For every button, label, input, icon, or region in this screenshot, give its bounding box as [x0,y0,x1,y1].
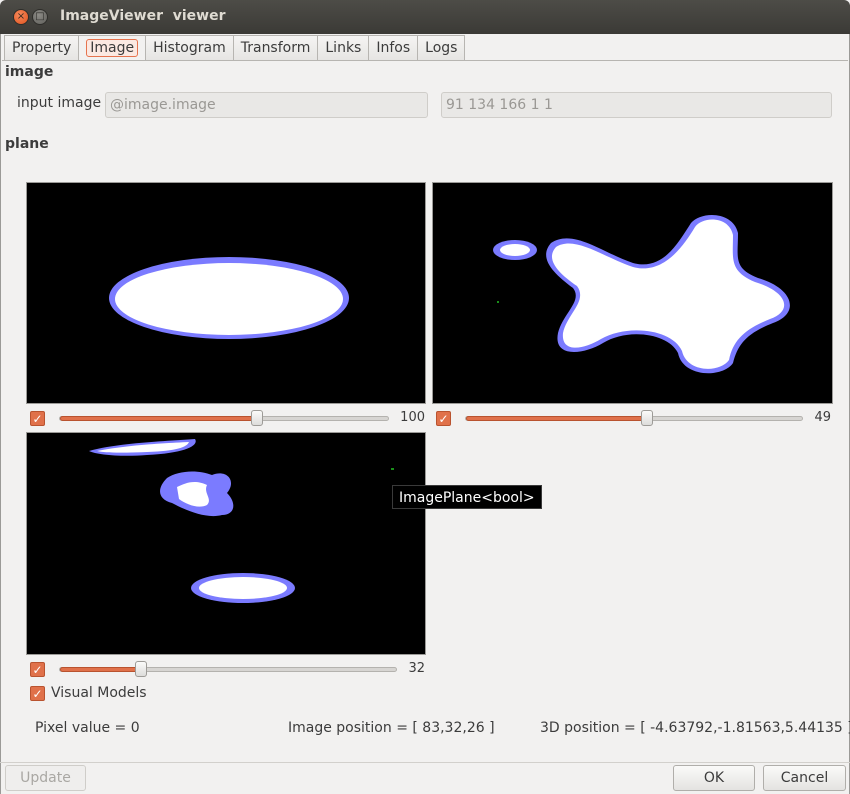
plane-view-2[interactable] [432,182,833,404]
tab-logs[interactable]: Logs [418,35,466,61]
tab-label: Logs [425,40,458,56]
tab-links[interactable]: Links [318,35,370,61]
tab-transform[interactable]: Transform [233,35,319,61]
window-title: ImageViewer viewer [60,8,226,24]
plane-1-slider-handle[interactable] [250,410,263,426]
bottom-separator [0,762,850,763]
tab-label: Property [12,40,72,56]
image-dimensions-field[interactable]: 91 134 166 1 1 [441,92,832,118]
plane-1-slider-fill [60,416,257,421]
plane-section-heading: plane [5,136,49,152]
cancel-button[interactable]: Cancel [763,765,846,791]
tooltip: ImagePlane<bool> [392,485,542,509]
tab-label: Histogram [153,40,226,56]
tab-bar: Property Image Histogram Transform Links… [4,34,466,61]
tab-histogram[interactable]: Histogram [146,35,234,61]
input-image-label: input image [17,95,102,111]
maximize-icon[interactable]: □ [32,9,48,25]
plane-view-1[interactable] [26,182,426,404]
tab-label: Image [86,39,139,57]
plane-2-slider[interactable] [465,410,803,426]
window-border-left [0,34,1,794]
visual-models-label: Visual Models [51,685,147,701]
plane-3-checkbox[interactable]: ✓ [30,662,45,677]
plane-view-3[interactable] [26,432,426,655]
plane-3-slider-handle[interactable] [134,661,147,677]
title-bar: × □ ImageViewer viewer [0,0,850,34]
plane-2-slider-fill [466,416,648,421]
tab-label: Transform [240,40,311,56]
tab-label: Links [325,40,362,56]
update-button[interactable]: Update [5,765,86,791]
input-image-field[interactable]: @image.image [105,92,428,118]
plane-2-slider-handle[interactable] [641,410,654,426]
plane-1-slider[interactable] [59,410,389,426]
plane-1-slider-value: 100 [400,410,425,425]
plane-3-slider-value: 32 [408,661,425,676]
close-icon[interactable]: × [13,9,29,25]
tab-infos[interactable]: Infos [369,35,419,61]
plane-2-checkbox[interactable]: ✓ [436,411,451,426]
pixel-value-readout: Pixel value = 0 [35,720,140,736]
tab-property[interactable]: Property [4,35,80,61]
ok-button[interactable]: OK [673,765,755,791]
tab-label: Infos [376,40,411,56]
image-position-readout: Image position = [ 83,32,26 ] [288,720,495,736]
plane-3-slider[interactable] [59,661,397,677]
image-section-heading: image [5,64,54,80]
position-3d-readout: 3D position = [ -4.63792,-1.81563,5.4413… [540,720,850,736]
tab-pane [2,60,848,762]
plane-2-slider-value: 49 [814,410,831,425]
plane-3-slider-fill [60,667,141,672]
tab-image[interactable]: Image [79,35,147,61]
visual-models-checkbox[interactable]: ✓ [30,686,45,701]
plane-1-checkbox[interactable]: ✓ [30,411,45,426]
